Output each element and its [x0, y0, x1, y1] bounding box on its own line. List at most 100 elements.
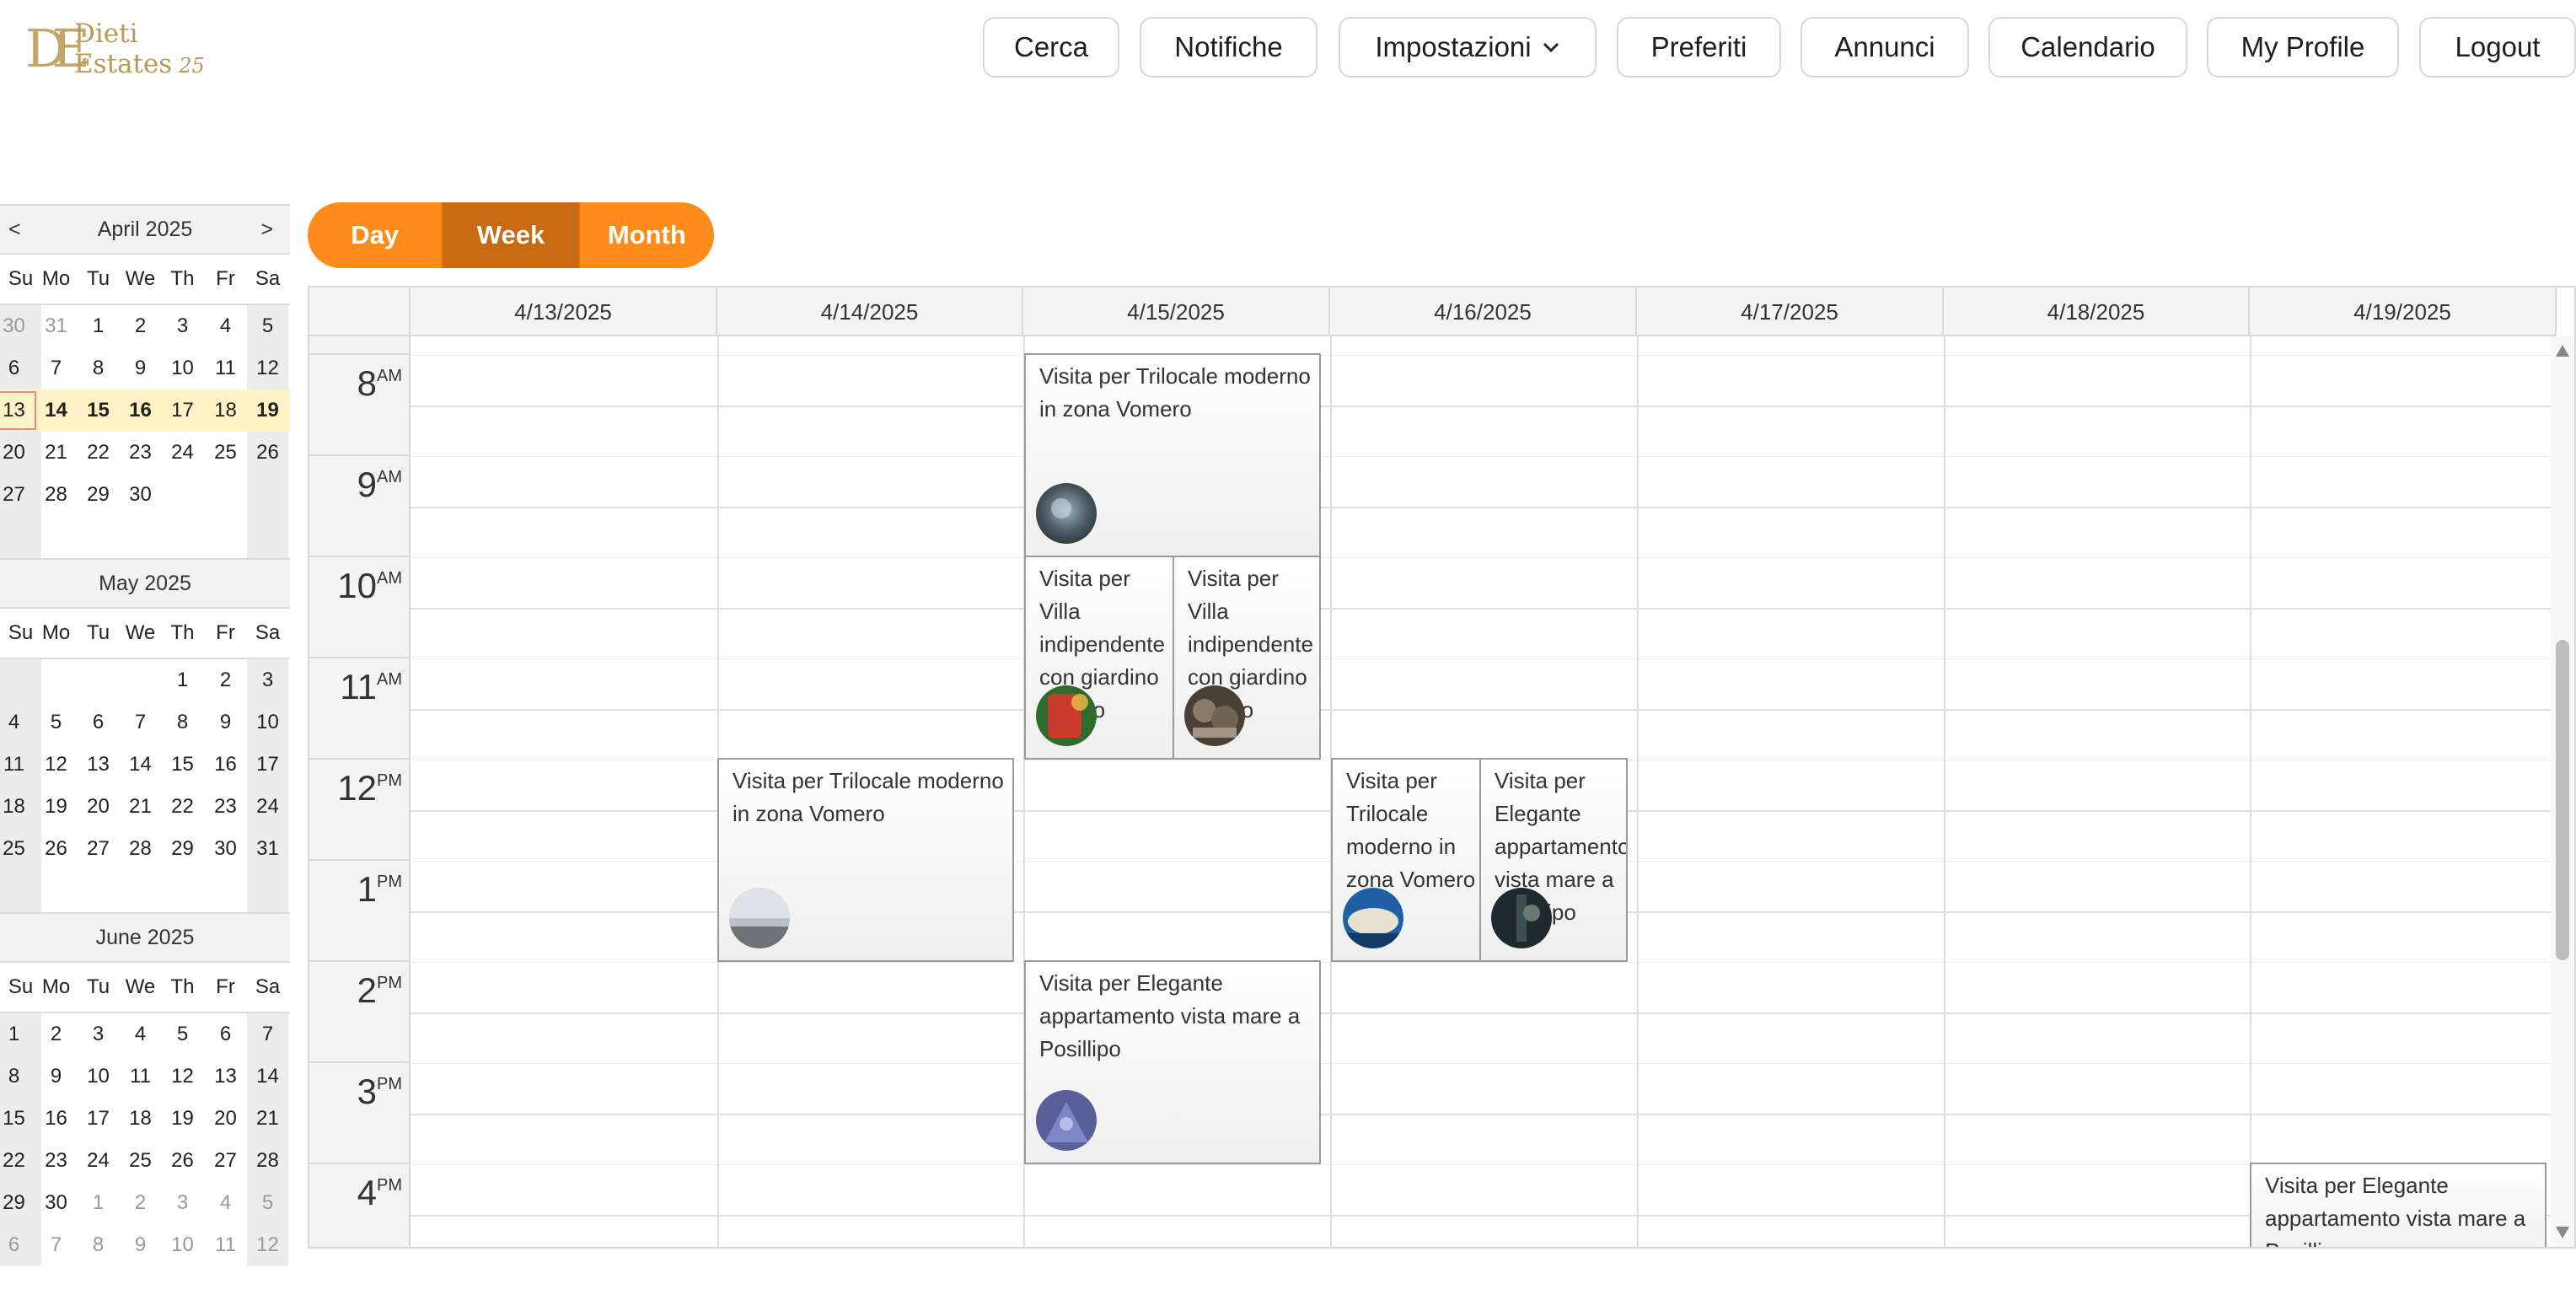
calendar-day[interactable]: 6 [0, 1224, 35, 1266]
nav-annunci-button[interactable]: Annunci [1801, 17, 1969, 78]
nav-notifiche-button[interactable]: Notifiche [1140, 17, 1318, 78]
calendar-day[interactable]: 18 [120, 1098, 161, 1140]
calendar-day[interactable]: 1 [78, 1182, 119, 1224]
calendar-day[interactable]: 26 [247, 432, 288, 474]
day-header[interactable]: 4/14/2025 [717, 287, 1023, 336]
calendar-day[interactable]: 30 [35, 1182, 77, 1224]
calendar-day[interactable]: 8 [78, 1224, 119, 1266]
calendar-day[interactable]: 4 [205, 1182, 246, 1224]
day-header[interactable]: 4/17/2025 [1637, 287, 1944, 336]
calendar-day[interactable]: 7 [120, 701, 161, 744]
calendar-event[interactable]: Visita per Trilocale moderno in zona Vom… [717, 758, 1014, 962]
calendar-day[interactable]: 5 [35, 701, 77, 744]
calendar-day[interactable]: 20 [78, 786, 119, 828]
calendar-day[interactable]: 5 [162, 1013, 203, 1055]
month-view-button[interactable]: Month [579, 202, 714, 268]
calendar-day[interactable]: 28 [247, 1140, 288, 1182]
calendar-day[interactable]: 9 [120, 347, 161, 389]
calendar-day[interactable]: 5 [247, 305, 288, 347]
calendar-event[interactable]: Visita per Trilocale moderno in zona Vom… [1331, 758, 1483, 962]
calendar-event[interactable]: Visita per Villa indipendente con giardi… [1173, 556, 1321, 760]
calendar-day[interactable]: 12 [35, 744, 77, 786]
calendar-day[interactable]: 18 [0, 786, 35, 828]
calendar-day[interactable]: 7 [247, 1013, 288, 1055]
calendar-day[interactable]: 29 [162, 828, 203, 870]
calendar-day[interactable]: 10 [162, 1224, 203, 1266]
day-header[interactable]: 4/13/2025 [411, 287, 717, 336]
calendar-day[interactable]: 7 [35, 347, 77, 389]
calendar-day[interactable]: 19 [247, 389, 288, 432]
calendar-day[interactable]: 17 [162, 389, 203, 432]
calendar-day[interactable]: 11 [205, 347, 246, 389]
calendar-day[interactable]: 10 [162, 347, 203, 389]
calendar-day[interactable]: 3 [247, 659, 288, 701]
calendar-day[interactable]: 8 [78, 347, 119, 389]
calendar-day[interactable]: 6 [78, 701, 119, 744]
calendar-day[interactable]: 7 [35, 1224, 77, 1266]
calendar-day[interactable]: 23 [205, 786, 246, 828]
calendar-day[interactable]: 1 [0, 1013, 35, 1055]
calendar-day[interactable]: 11 [205, 1224, 246, 1266]
calendar-day[interactable]: 24 [78, 1140, 119, 1182]
next-month-button[interactable]: > [260, 206, 273, 253]
calendar-day[interactable]: 1 [78, 305, 119, 347]
calendar-day[interactable]: 2 [120, 1182, 161, 1224]
calendar-day[interactable]: 3 [78, 1013, 119, 1055]
calendar-day[interactable]: 24 [162, 432, 203, 474]
nav-impostazioni-dropdown[interactable]: Impostazioni [1339, 17, 1597, 78]
calendar-day[interactable]: 25 [0, 828, 35, 870]
calendar-day[interactable]: 24 [247, 786, 288, 828]
calendar-day[interactable]: 18 [205, 389, 246, 432]
calendar-day[interactable]: 15 [162, 744, 203, 786]
calendar-event[interactable]: Visita per Villa indipendente con giardi… [1024, 556, 1176, 760]
calendar-day[interactable]: 19 [162, 1098, 203, 1140]
week-view-button[interactable]: Week [443, 202, 580, 268]
calendar-day[interactable]: 6 [205, 1013, 246, 1055]
calendar-day[interactable]: 14 [35, 389, 77, 432]
calendar-event[interactable]: Visita per Elegante appartamento vista m… [2250, 1163, 2546, 1247]
calendar-day[interactable]: 26 [162, 1140, 203, 1182]
calendar-day[interactable]: 4 [0, 701, 35, 744]
day-header[interactable]: 4/15/2025 [1023, 287, 1330, 336]
calendar-event[interactable]: Visita per Elegante appartamento vista m… [1024, 960, 1321, 1164]
calendar-day[interactable]: 27 [205, 1140, 246, 1182]
calendar-day[interactable]: 13 [205, 1055, 246, 1098]
calendar-day[interactable]: 8 [162, 701, 203, 744]
calendar-day[interactable]: 20 [205, 1098, 246, 1140]
calendar-day[interactable]: 16 [35, 1098, 77, 1140]
calendar-day[interactable]: 19 [35, 786, 77, 828]
calendar-day[interactable]: 22 [0, 1140, 35, 1182]
calendar-day[interactable]: 22 [78, 432, 119, 474]
calendar-day[interactable]: 14 [247, 1055, 288, 1098]
calendar-event[interactable]: Visita per Elegante appartamento vista m… [1479, 758, 1628, 962]
calendar-day[interactable]: 15 [0, 1098, 35, 1140]
calendar-day[interactable]: 8 [0, 1055, 35, 1098]
calendar-day[interactable]: 25 [120, 1140, 161, 1182]
nav-profile-button[interactable]: My Profile [2207, 17, 2399, 78]
calendar-day[interactable]: 5 [247, 1182, 288, 1224]
calendar-day[interactable]: 17 [247, 744, 288, 786]
day-header[interactable]: 4/16/2025 [1330, 287, 1637, 336]
calendar-day[interactable]: 16 [205, 744, 246, 786]
day-view-button[interactable]: Day [308, 202, 444, 268]
calendar-day[interactable]: 16 [120, 389, 161, 432]
calendar-day[interactable]: 26 [35, 828, 77, 870]
calendar-day[interactable]: 2 [120, 305, 161, 347]
calendar-day[interactable]: 21 [35, 432, 77, 474]
day-header[interactable]: 4/19/2025 [2250, 287, 2557, 336]
calendar-day[interactable]: 12 [162, 1055, 203, 1098]
calendar-day[interactable]: 4 [205, 305, 246, 347]
calendar-day[interactable]: 22 [162, 786, 203, 828]
calendar-day[interactable]: 10 [247, 701, 288, 744]
calendar-day[interactable]: 13 [78, 744, 119, 786]
calendar-day[interactable]: 3 [162, 305, 203, 347]
calendar-day[interactable]: 12 [247, 347, 288, 389]
calendar-day[interactable]: 17 [78, 1098, 119, 1140]
scroll-down-icon[interactable] [2556, 1227, 2569, 1238]
calendar-day[interactable]: 23 [35, 1140, 77, 1182]
calendar-day[interactable]: 12 [247, 1224, 288, 1266]
calendar-day[interactable]: 23 [120, 432, 161, 474]
nav-logout-button[interactable]: Logout [2419, 17, 2576, 78]
calendar-day[interactable]: 30 [205, 828, 246, 870]
calendar-event[interactable]: Visita per Trilocale moderno in zona Vom… [1024, 353, 1321, 557]
